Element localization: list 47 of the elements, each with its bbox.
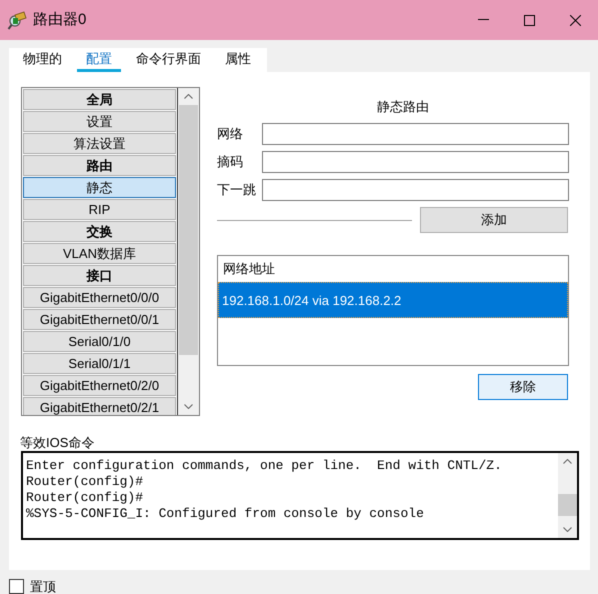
sidebar-item[interactable]: 设置 <box>23 111 176 132</box>
field-label: 网络 <box>217 125 244 144</box>
sidebar-item[interactable]: GigabitEthernet0/2/0 <box>23 375 176 396</box>
field-label: 摘码 <box>217 153 244 172</box>
console-line: %SYS-5-CONFIG_I: Configured from console by console <box>26 506 425 522</box>
section-label: 等效IOS命令 <box>20 436 96 450</box>
close-icon <box>570 14 580 26</box>
sidebar-item[interactable]: Serial0/1/1 <box>23 353 176 374</box>
sidebar-item[interactable]: GigabitEthernet0/0/0 <box>23 287 176 308</box>
chevron-up-icon <box>563 459 572 464</box>
sidebar-item[interactable]: 算法设置 <box>23 133 176 154</box>
sidebar-item[interactable]: RIP <box>23 199 176 220</box>
section-header[interactable]: 接口 <box>23 265 176 286</box>
section-header[interactable]: 交换 <box>23 221 176 242</box>
input-field[interactable] <box>262 123 569 145</box>
checkbox[interactable] <box>9 579 24 594</box>
console-line: Enter configuration commands, one per line. End with CNTL/Z. <box>26 458 503 474</box>
router-icon <box>7 10 27 30</box>
console-line: Router(config)# <box>26 474 144 490</box>
chevron-down-icon <box>184 404 193 409</box>
section-header[interactable]: 路由 <box>23 155 176 176</box>
add-button[interactable]: 添加 <box>420 207 568 233</box>
section-title: 静态路由 <box>377 98 429 116</box>
tab[interactable]: 物理的 <box>14 48 71 72</box>
column-header: 网络地址 <box>222 260 276 278</box>
window-title: 路由器0 <box>33 10 86 30</box>
remove-button[interactable]: 移除 <box>478 374 568 400</box>
maximize-icon <box>524 14 534 26</box>
scrollbar-thumb[interactable] <box>558 494 577 516</box>
tab[interactable]: 属性 <box>216 48 260 72</box>
sidebar-item[interactable]: Serial0/1/0 <box>23 331 176 352</box>
tab[interactable]: 命令行界面 <box>127 48 210 72</box>
section-header[interactable]: 全局 <box>23 89 176 110</box>
list-row[interactable]: 192.168.1.0/24 via 192.168.2.2 <box>218 282 568 318</box>
minimize-icon <box>478 19 488 21</box>
chevron-up-icon <box>184 94 193 99</box>
sidebar-item[interactable]: GigabitEthernet0/2/1 <box>23 397 176 415</box>
field-label: 下一跳 <box>217 181 257 200</box>
chevron-down-icon <box>563 527 572 532</box>
sidebar-item[interactable]: GigabitEthernet0/0/1 <box>23 309 176 330</box>
console-line: Router(config)# <box>26 490 144 506</box>
sidebar-item[interactable]: 静态 <box>23 177 176 198</box>
input-field[interactable] <box>262 151 569 173</box>
checkbox-label: 置顶 <box>30 578 56 594</box>
input-field[interactable] <box>262 179 569 201</box>
sidebar-item[interactable]: VLAN数据库 <box>23 243 176 264</box>
scrollbar-thumb[interactable] <box>179 105 198 355</box>
